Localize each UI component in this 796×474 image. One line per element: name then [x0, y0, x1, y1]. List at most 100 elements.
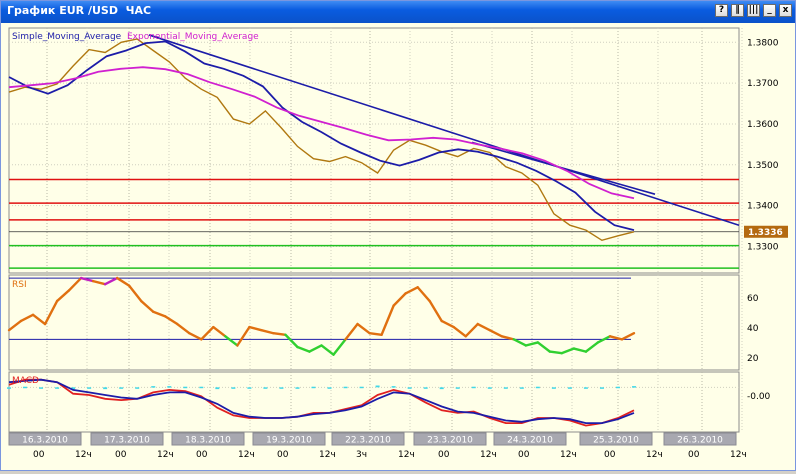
sma-label: Simple_Moving_Average — [12, 32, 122, 42]
price-tick: 1.3500 — [747, 161, 779, 171]
main-plot-frame — [8, 27, 740, 274]
histogram-bar — [263, 387, 268, 389]
histogram-bar — [359, 386, 364, 389]
hour-label: 12ч — [480, 450, 497, 460]
price-tick: 1.3600 — [747, 120, 779, 130]
date-label: 18.3.2010 — [185, 436, 231, 446]
date-label: 22.3.2010 — [345, 436, 391, 446]
date-label: 25.3.2010 — [593, 436, 639, 446]
histogram-bar — [567, 387, 572, 389]
histogram-bar — [391, 386, 396, 388]
rsi-tick: 20 — [747, 354, 759, 364]
histogram-bar — [279, 387, 284, 389]
histogram-bar — [87, 387, 92, 389]
histogram-bar — [151, 386, 156, 388]
rsi-panel[interactable]: RSI 60 40 20 — [7, 274, 759, 371]
price-tick: 1.3400 — [747, 202, 779, 212]
hour-label: 00 — [518, 450, 530, 460]
histogram-bar — [343, 386, 348, 389]
histogram-bar — [231, 387, 236, 389]
date-labels: 16.3.2010 17.3.2010 18.3.2010 19.3.2010 22.3… — [8, 432, 737, 446]
hour-label: 12ч — [646, 450, 663, 460]
rsi-tick: 40 — [747, 324, 759, 334]
histogram-bar — [199, 386, 204, 389]
minimize-button[interactable]: _ — [763, 4, 776, 17]
hour-label: 00 — [688, 450, 700, 460]
main-panel[interactable]: Simple_Moving_Average Exponential_Moving… — [8, 27, 788, 274]
hour-label: 12ч — [238, 450, 255, 460]
rsi-segment — [548, 350, 564, 355]
hour-label: 00 — [604, 450, 616, 460]
histogram-bar — [535, 386, 540, 389]
time-axis: 16.3.2010 17.3.2010 18.3.2010 19.3.2010 22.3… — [8, 432, 747, 460]
macd-label: MACD — [12, 376, 39, 386]
rsi-segment — [368, 332, 383, 336]
hour-label: 12ч — [75, 450, 92, 460]
rsi-segment — [272, 332, 287, 336]
main-price-axis: 1.3800 1.3700 1.3600 1.3500 1.3400 1.330… — [747, 38, 779, 252]
histogram-bar — [119, 387, 124, 389]
histogram-bar — [423, 387, 428, 389]
histogram-bar — [167, 386, 172, 388]
macd-plot-frame — [8, 371, 740, 433]
hour-label: 00 — [33, 450, 45, 460]
histogram-bar — [487, 387, 492, 389]
date-label: 19.3.2010 — [266, 436, 312, 446]
histogram-bar — [311, 386, 316, 389]
histogram-bar — [551, 387, 556, 389]
histogram-bar — [215, 387, 220, 390]
histogram-bar — [247, 387, 252, 389]
date-label: 23.3.2010 — [427, 436, 473, 446]
price-tick: 1.3300 — [747, 242, 779, 252]
histogram-bar — [7, 387, 11, 389]
rsi-label: RSI — [12, 280, 27, 290]
histogram-bar — [39, 387, 44, 389]
histogram-bar — [135, 387, 140, 389]
hour-label: 00 — [438, 450, 450, 460]
window-title: График EUR /USD ЧАС — [7, 4, 152, 17]
hour-label: 12ч — [560, 450, 577, 460]
hour-labels: 00 12ч 00 12ч 00 12ч 00 12ч 3ч 12ч 00 12ч 00 12ч 00 12ч… — [33, 450, 747, 460]
split-view-button[interactable]: ‖ — [731, 4, 744, 17]
histogram-bar — [327, 387, 332, 389]
price-tick: 1.3700 — [747, 79, 779, 89]
hour-label: 12ч — [319, 450, 336, 460]
histogram-bar — [183, 386, 188, 389]
help-button[interactable]: ? — [715, 4, 728, 17]
chart-area[interactable]: Simple_Moving_Average Exponential_Moving… — [1, 23, 795, 470]
chart-svg[interactable]: Simple_Moving_Average Exponential_Moving… — [1, 23, 795, 470]
histogram-bar — [407, 387, 412, 389]
histogram-bar — [471, 386, 476, 389]
hour-label: 12ч — [157, 450, 174, 460]
rsi-tick: 60 — [747, 294, 759, 304]
price-tick: 1.3800 — [747, 38, 779, 48]
histogram-bar — [103, 387, 108, 390]
hour-label: 12ч — [398, 450, 415, 460]
histogram-bar — [632, 386, 636, 388]
current-price-value: 1.3336 — [748, 228, 783, 238]
date-label: 26.3.2010 — [677, 436, 723, 446]
ema-label: Exponential_Moving_Average — [127, 32, 259, 42]
hour-label: 00 — [196, 450, 208, 460]
macd-panel[interactable]: MACD -0.00 — [7, 371, 771, 433]
histogram-bar — [503, 387, 508, 389]
bars-view-button[interactable]: ||| — [747, 4, 760, 17]
histogram-bar — [295, 387, 300, 389]
chart-window: График EUR /USD ЧАС ? ‖ ||| _ x Simple_M… — [0, 0, 796, 471]
histogram-bar — [599, 387, 604, 389]
hour-label: 00 — [277, 450, 289, 460]
date-label: 16.3.2010 — [22, 436, 68, 446]
close-button[interactable]: x — [779, 4, 792, 17]
hour-label: 12ч — [730, 450, 747, 460]
histogram-bar — [375, 385, 380, 388]
hour-label: 3ч — [356, 450, 367, 460]
histogram-bar — [615, 386, 620, 389]
macd-tick: -0.00 — [747, 392, 771, 402]
histogram-bar — [23, 386, 28, 389]
histogram-bar — [455, 387, 460, 389]
histogram-bar — [583, 387, 588, 389]
title-bar[interactable]: График EUR /USD ЧАС ? ‖ ||| _ x — [1, 1, 795, 23]
histogram-bar — [439, 387, 444, 390]
histogram-bar — [519, 387, 524, 389]
rsi-plot-frame — [8, 274, 740, 371]
